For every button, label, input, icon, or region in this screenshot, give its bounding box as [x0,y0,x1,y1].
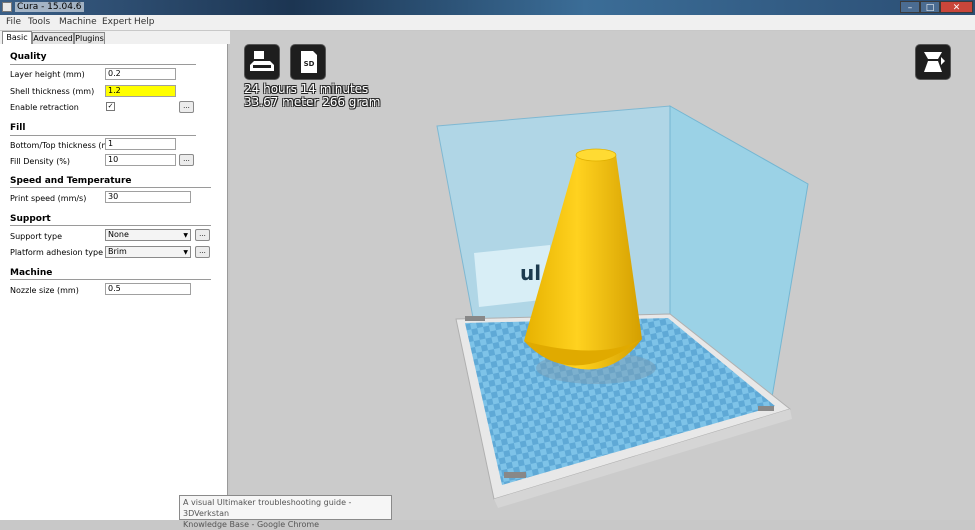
layer-height-label: Layer height (mm) [10,70,85,79]
settings-tabs: Basic Advanced Plugins [0,31,230,44]
close-button[interactable]: ✕ [940,1,973,13]
divider [10,225,211,226]
print-material: 33.67 meter 266 gram [244,95,381,109]
minimize-button[interactable]: – [900,1,920,13]
adhesion-select[interactable]: Brim ▼ [105,246,191,258]
tab-advanced[interactable]: Advanced [32,32,74,44]
load-model-button[interactable] [244,44,280,80]
cone-top [575,148,617,162]
3d-viewport[interactable]: ul SD 24 hours 14 minutes 33.67 meter 26… [230,31,975,520]
plate-clip [465,316,485,321]
shell-thickness-label: Shell thickness (mm) [10,87,95,96]
settings-panel: Quality Layer height (mm) 0.2 Shell thic… [0,44,228,520]
load-icon [250,51,274,71]
bottom-top-input[interactable]: 1 [105,138,176,150]
section-support: Support [10,214,51,224]
save-to-sd-button[interactable]: SD [290,44,326,80]
menu-expert[interactable]: Expert [102,17,132,27]
section-speed: Speed and Temperature [10,176,132,186]
print-time: 24 hours 14 minutes [244,82,369,96]
retraction-more-button[interactable]: ... [179,101,194,113]
plate-clip [504,472,526,478]
support-type-label: Support type [10,232,63,241]
tab-plugins[interactable]: Plugins [74,32,105,44]
print-speed-label: Print speed (mm/s) [10,194,87,203]
adhesion-more-button[interactable]: ... [195,246,210,258]
maximize-button[interactable]: □ [920,1,940,13]
taskbar-tooltip: A visual Ultimaker troubleshooting guide… [179,495,392,529]
tooltip-line-1: A visual Ultimaker troubleshooting guide… [183,498,352,518]
nozzle-label: Nozzle size (mm) [10,286,79,295]
fill-more-button[interactable]: ... [179,154,194,166]
fill-density-input[interactable]: 10 [105,154,176,166]
divider [10,187,211,188]
ultimaker-logo: ul [520,261,541,285]
menu-tools[interactable]: Tools [28,17,50,27]
layer-height-input[interactable]: 0.2 [105,68,176,80]
adhesion-value: Brim [108,247,127,256]
tab-basic[interactable]: Basic [2,31,32,44]
retraction-label: Enable retraction [10,103,79,112]
support-more-button[interactable]: ... [195,229,210,241]
chevron-down-icon: ▼ [183,232,188,239]
view-mode-button[interactable] [915,44,951,80]
shell-thickness-input[interactable]: 1.2 [105,85,176,97]
support-type-value: None [108,230,129,239]
print-speed-input[interactable]: 30 [105,191,191,203]
svg-text:SD: SD [304,60,315,68]
adhesion-label: Platform adhesion type [10,248,104,257]
title-bar: Cura - 15.04.6 – □ ✕ [0,0,975,15]
divider [10,279,211,280]
window-title: Cura - 15.04.6 [15,2,84,12]
section-machine: Machine [10,268,53,278]
retraction-checkbox[interactable]: ✓ [106,102,115,111]
menu-file[interactable]: File [6,17,21,27]
nozzle-input[interactable]: 0.5 [105,283,191,295]
chevron-down-icon: ▼ [183,249,188,256]
divider [10,135,196,136]
view-mode-icon [924,52,945,72]
sd-card-icon: SD [301,51,317,73]
plate-clip [758,406,774,411]
app-icon [2,2,12,12]
menu-bar: File Tools Machine Expert Help [0,15,975,30]
section-quality: Quality [10,52,47,62]
divider [10,64,196,65]
menu-help[interactable]: Help [134,17,155,27]
tooltip-line-2: Knowledge Base - Google Chrome [183,520,320,529]
bottom-top-label: Bottom/Top thickness (mm) [10,141,121,150]
menu-machine[interactable]: Machine [59,17,97,27]
fill-density-label: Fill Density (%) [10,157,71,166]
support-type-select[interactable]: None ▼ [105,229,191,241]
section-fill: Fill [10,123,26,133]
